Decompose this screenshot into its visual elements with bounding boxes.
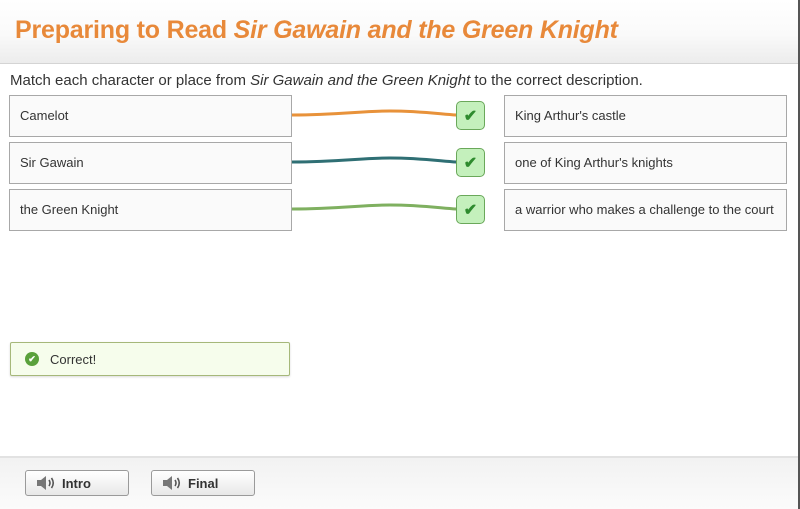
instructions-suffix: to the correct description. [470,72,643,89]
final-audio-button[interactable]: Final [151,470,255,496]
header: Preparing to Read Sir Gawain and the Gre… [0,0,798,64]
right-item-label: a warrior who makes a challenge to the c… [515,202,774,217]
left-item-sir-gawain[interactable]: Sir Gawain [9,142,292,184]
left-item-camelot[interactable]: Camelot [9,95,292,137]
right-item-label: King Arthur's castle [515,108,626,123]
checkmark-icon: ✔ [463,154,478,172]
checkmark-icon: ✔ [463,107,478,125]
left-item-label: Camelot [20,108,69,123]
left-item-label: Sir Gawain [20,155,84,170]
intro-audio-button[interactable]: Intro [25,470,129,496]
instructions: Match each character or place from Sir G… [10,72,643,89]
match-status-2: ✔ [456,148,485,177]
instructions-work: Sir Gawain and the Green Knight [250,72,471,89]
match-status-1: ✔ [456,101,485,130]
left-item-label: the Green Knight [20,202,119,217]
title-prefix: Preparing to Read [15,16,234,44]
feedback-text: Correct! [50,351,97,367]
page-title: Preparing to Read Sir Gawain and the Gre… [15,16,618,45]
final-button-label: Final [188,475,219,491]
speaker-icon [37,476,55,490]
feedback-banner: ✔ Correct! [10,342,290,376]
checkmark-icon: ✔ [463,201,478,219]
instructions-prefix: Match each character or place from [10,72,251,89]
footer-bar: Intro Final [0,456,798,509]
title-work: Sir Gawain and the Green Knight [233,16,618,44]
check-circle-icon: ✔ [25,352,39,366]
right-item-warrior[interactable]: a warrior who makes a challenge to the c… [504,189,787,231]
intro-button-label: Intro [62,475,91,491]
right-item-castle[interactable]: King Arthur's castle [504,95,787,137]
speaker-icon [163,476,181,490]
right-item-knight[interactable]: one of King Arthur's knights [504,142,787,184]
left-item-green-knight[interactable]: the Green Knight [9,189,292,231]
match-status-3: ✔ [456,195,485,224]
right-item-label: one of King Arthur's knights [515,155,673,170]
